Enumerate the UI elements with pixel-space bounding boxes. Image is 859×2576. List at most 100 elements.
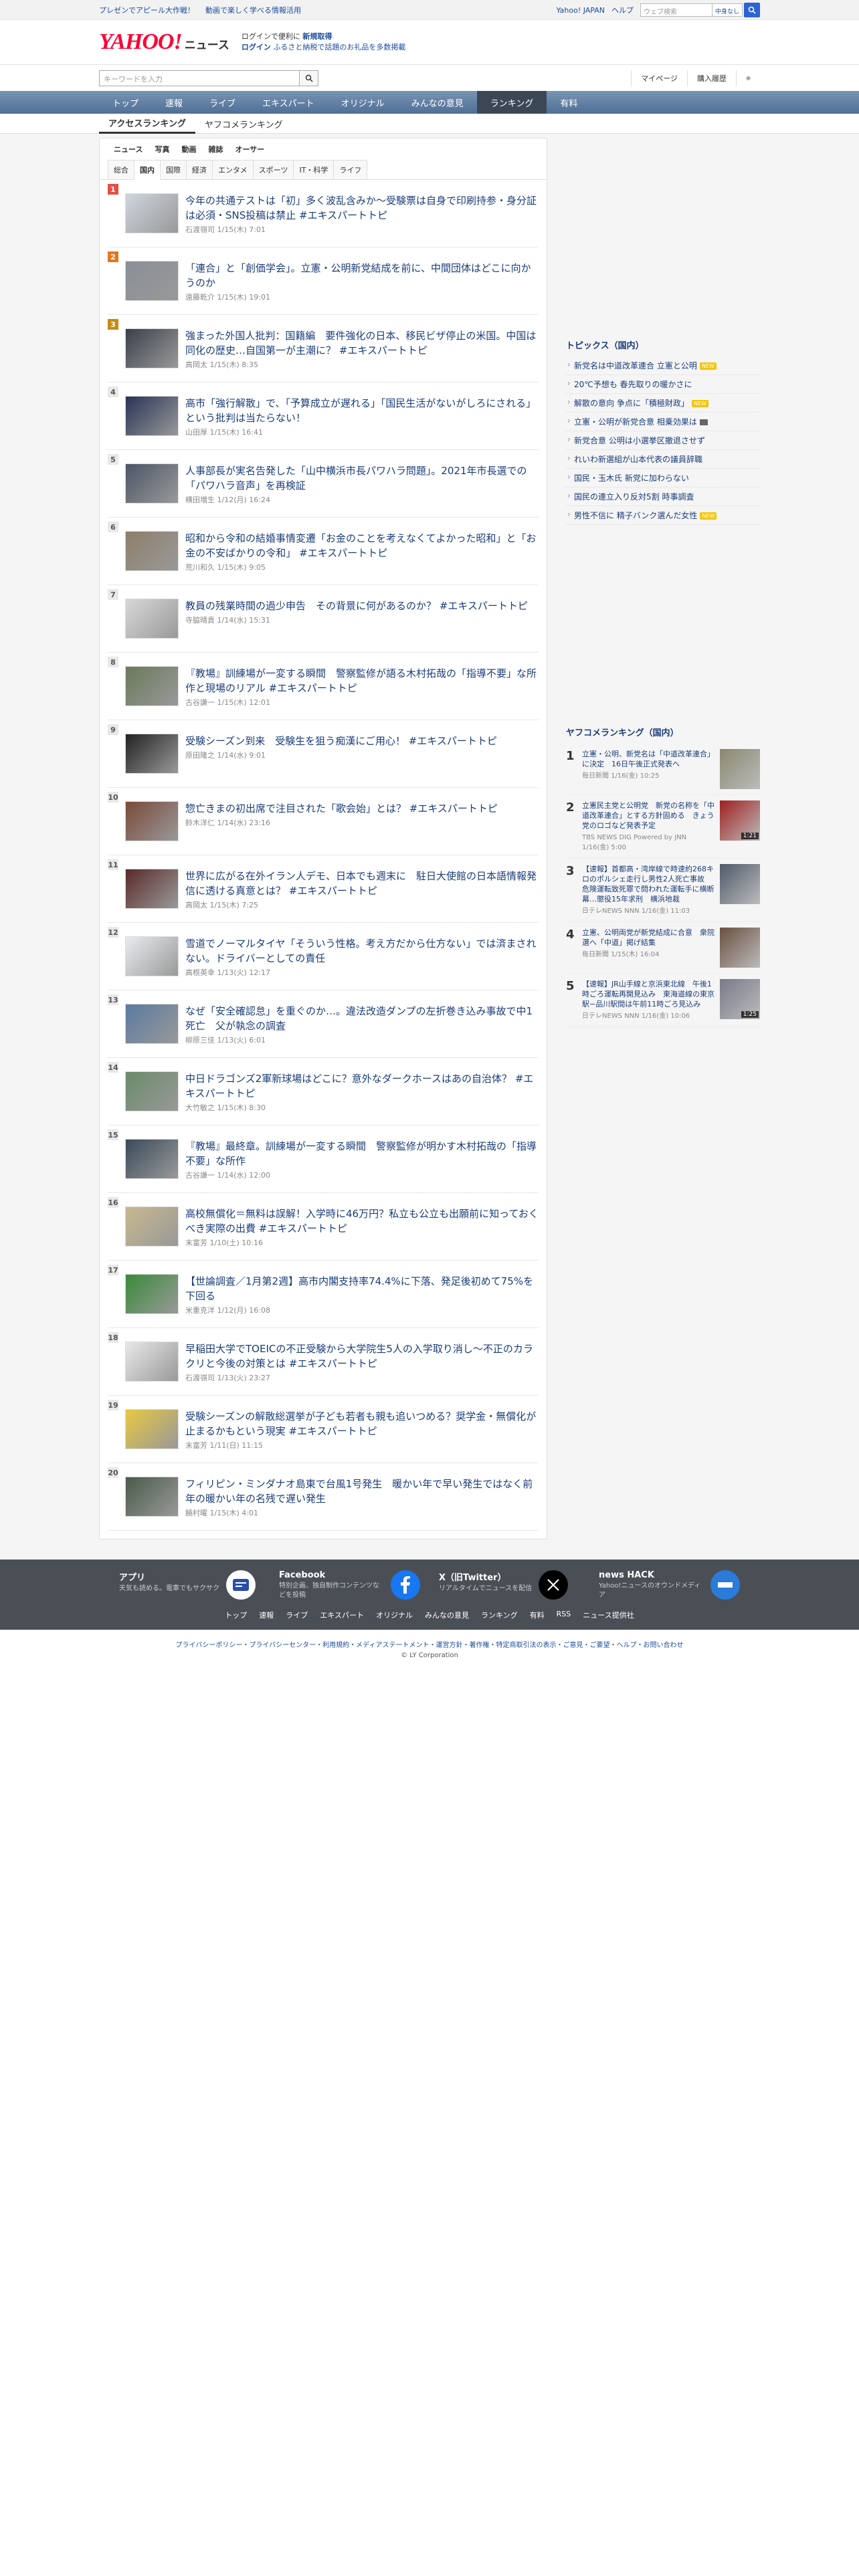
article-thumbnail[interactable]: [125, 599, 179, 639]
ranking-item[interactable]: 8 『教場』訓練場が一変する瞬間 警察監修が語る木村拓哉の「指導不要」な所作と現場…: [108, 653, 539, 720]
tab-access-ranking[interactable]: アクセスランキング: [99, 114, 195, 134]
comment-ranking-item[interactable]: 5 【速報】JR山手線と京浜東北線 午後1時ごろ運転再開見込み 東海道線の東京駅−…: [566, 974, 760, 1027]
article-thumbnail[interactable]: [125, 193, 179, 233]
article-title[interactable]: 『教場』最終章。訓練場が一変する瞬間 警察監修が明かす木村拓哉の「指導不要」な所…: [185, 1139, 539, 1168]
ranking-item[interactable]: 15 『教場』最終章。訓練場が一変する瞬間 警察監修が明かす木村拓哉の「指導不要」…: [108, 1125, 539, 1193]
legal-links[interactable]: プライバシーポリシー・プライバシーセンター・利用規約・メディアステートメント・運…: [0, 1630, 859, 1652]
ranking-item[interactable]: 13 なぜ「安全確認怠」を重ぐのか…。違法改造ダンプの左折巻き込み事故で中1死亡 …: [108, 990, 539, 1058]
article-title[interactable]: 昭和から令和の結婚事情変遷「お金のことを考えなくてよかった昭和」と「お金の不安ば…: [185, 531, 539, 560]
footer-link[interactable]: 速報: [259, 1610, 274, 1620]
footer-link[interactable]: RSS: [557, 1610, 571, 1620]
topic-item[interactable]: 解散の意向 争点に「積極財政」NEW: [566, 394, 760, 413]
footer-link[interactable]: オリジナル: [376, 1610, 413, 1620]
nav-paid[interactable]: 有料: [547, 91, 591, 114]
media-tab-video[interactable]: 動画: [175, 144, 202, 154]
article-title[interactable]: 【世論調査／1月第2週】高市内閣支持率74.4%に下落、発足後初めて75%を下回…: [185, 1274, 539, 1303]
media-tab-magazine[interactable]: 雑誌: [202, 144, 229, 154]
category-tab-world[interactable]: 国際: [160, 160, 187, 179]
article-title[interactable]: 強まった外国人批判：国籍編 要件強化の日本、移民ビザ停止の米国。中国は同化の歴史…: [185, 328, 539, 358]
footer-link[interactable]: エキスパート: [320, 1610, 364, 1620]
ranking-item[interactable]: 14 中日ドラゴンズ2軍新球場はどこに？意外なダークホースはあの自治体？ #エキス…: [108, 1058, 539, 1125]
comment-ranking-item[interactable]: 4 立憲、公明両党が新党結成に合意 衆院選へ「中道」掲げ結集 毎日新聞 1/15(木…: [566, 922, 760, 974]
category-tab-domestic[interactable]: 国内: [134, 160, 161, 180]
article-thumbnail[interactable]: [125, 396, 179, 436]
newshack-promo[interactable]: news HACK Yahoo!ニュースのオウンドメディア: [589, 1570, 749, 1600]
comment-ranking-thumbnail[interactable]: [720, 928, 760, 968]
comment-ranking-thumbnail[interactable]: [720, 864, 760, 904]
category-tab-life[interactable]: ライフ: [333, 160, 368, 179]
article-title[interactable]: 早稲田大学でTOEICの不正受験から大学院生5人の入学取り消し〜不正のカラクリと…: [185, 1341, 539, 1371]
media-tab-author[interactable]: オーサー: [229, 144, 270, 154]
article-title[interactable]: 雪道でノーマルタイヤ「そういう性格。考え方だから仕方ない」では済まされない。ドラ…: [185, 936, 539, 966]
article-thumbnail[interactable]: [125, 1071, 179, 1111]
footer-link[interactable]: ニュース提供社: [583, 1610, 634, 1620]
category-tab-sports[interactable]: スポーツ: [252, 160, 294, 179]
comment-ranking-item[interactable]: 1 立憲・公明、新党名は「中道改革連合」に決定 16日午後正式発表へ 毎日新聞 1/…: [566, 744, 760, 795]
article-title[interactable]: 中日ドラゴンズ2軍新球場はどこに？意外なダークホースはあの自治体？ #エキスパー…: [185, 1071, 539, 1101]
comment-ranking-title[interactable]: 立憲・公明、新党名は「中道改革連合」に決定 16日午後正式発表へ: [582, 749, 714, 769]
comment-ranking-title[interactable]: 立憲、公明両党が新党結成に合意 衆院選へ「中道」掲げ結集: [582, 928, 714, 948]
ranking-item[interactable]: 11 世界に広がる在外イラン人デモ、日本でも週末に 駐日大使館の日本語情報発信に透…: [108, 855, 539, 923]
mypage-link[interactable]: マイページ: [631, 70, 687, 86]
nav-flash[interactable]: 速報: [152, 91, 196, 114]
ranking-item[interactable]: 17 【世論調査／1月第2週】高市内閣支持率74.4%に下落、発足後初めて75%を…: [108, 1261, 539, 1328]
topic-item[interactable]: 新党合意 公明は小選挙区撤退させず: [566, 431, 760, 450]
comment-ranking-title[interactable]: 立憲民主党と公明党 新党の名称を「中道改革連合」とする方針固める きょう党のロゴ…: [582, 800, 714, 831]
article-thumbnail[interactable]: [125, 1341, 179, 1382]
ranking-item[interactable]: 4 高市「強行解散」で、「予算成立が遅れる」「国民生活がないがしろにされる」という…: [108, 383, 539, 450]
nav-original[interactable]: オリジナル: [328, 91, 398, 114]
nav-top[interactable]: トップ: [99, 91, 152, 114]
ranking-item[interactable]: 7 教員の残業時間の過少申告 その背景に何があるのか？ #エキスパートトピ 寺脇晴貴…: [108, 585, 539, 653]
topic-item[interactable]: 20℃予想も 春先取りの暖かさに: [566, 375, 760, 394]
nav-live[interactable]: ライブ: [196, 91, 249, 114]
comment-ranking-thumbnail[interactable]: 1:25: [720, 979, 760, 1019]
article-thumbnail[interactable]: [125, 531, 179, 571]
help-link[interactable]: ヘルプ: [611, 5, 634, 15]
footer-link[interactable]: 有料: [530, 1610, 545, 1620]
article-thumbnail[interactable]: [125, 1477, 179, 1517]
topic-item[interactable]: 国民の連立入り反対5割 時事調査: [566, 488, 760, 506]
search-mode-toggle[interactable]: 中身なし: [712, 3, 743, 17]
article-thumbnail[interactable]: [125, 1274, 179, 1314]
signup-link[interactable]: 新規取得: [302, 32, 332, 41]
nav-expert[interactable]: エキスパート: [249, 91, 328, 114]
article-thumbnail[interactable]: [125, 1206, 179, 1247]
ranking-item[interactable]: 16 高校無償化＝無料は誤解！入学時に46万円？私立も公立も出願前に知っておくべき…: [108, 1193, 539, 1261]
article-title[interactable]: 人事部長が実名告発した「山中横浜市長パワハラ問題」。2021年市長選での「パワハ…: [185, 463, 539, 493]
article-thumbnail[interactable]: [125, 328, 179, 368]
article-title[interactable]: 世界に広がる在外イラン人デモ、日本でも週末に 駐日大使館の日本語情報発信に透ける…: [185, 869, 539, 898]
promo-link-2[interactable]: 動画で楽しく学べる情報活用: [205, 5, 301, 15]
ranking-item[interactable]: 10 惣亡きまの初出席で注目された「歌会始」とは？ #エキスパートトピ 鈴木洋仁 1…: [108, 788, 539, 855]
article-thumbnail[interactable]: [125, 1139, 179, 1179]
web-search-input[interactable]: ウェブ検索: [640, 3, 712, 17]
article-title[interactable]: 高校無償化＝無料は誤解！入学時に46万円？私立も公立も出願前に知っておくべき実際…: [185, 1206, 539, 1236]
article-title[interactable]: 受験シーズン到来 受験生を狙う痴漢にご用心！ #エキスパートトピ: [185, 734, 497, 748]
keyword-search-button[interactable]: [300, 70, 318, 86]
topic-item[interactable]: 立憲・公明が新党合意 相乗効果は: [566, 413, 760, 431]
article-title[interactable]: 惣亡きまの初出席で注目された「歌会始」とは？ #エキスパートトピ: [185, 801, 498, 816]
category-tab-entertainment[interactable]: エンタメ: [212, 160, 254, 179]
article-thumbnail[interactable]: [125, 261, 179, 301]
footer-link[interactable]: トップ: [225, 1610, 247, 1620]
ranking-item[interactable]: 18 早稲田大学でTOEICの不正受験から大学院生5人の入学取り消し〜不正のカラク…: [108, 1328, 539, 1396]
media-tab-news[interactable]: ニュース: [108, 144, 149, 154]
ranking-item[interactable]: 12 雪道でノーマルタイヤ「そういう性格。考え方だから仕方ない」では済まされない。…: [108, 923, 539, 990]
nav-ranking[interactable]: ランキング: [476, 91, 547, 114]
topic-item[interactable]: 新党名は中道改革連合 立憲と公明NEW: [566, 356, 760, 375]
keyword-search-input[interactable]: キーワードを入力: [99, 70, 300, 86]
article-title[interactable]: なぜ「安全確認怠」を重ぐのか…。違法改造ダンプの左折巻き込み事故で中1死亡 父が…: [185, 1004, 539, 1033]
promo-link[interactable]: プレゼンでアピール大作戦！: [99, 5, 195, 15]
x-promo[interactable]: X（旧Twitter） リアルタイムでニュースを配信: [430, 1570, 589, 1600]
article-thumbnail[interactable]: [125, 463, 179, 504]
category-tab-it-science[interactable]: IT・科学: [293, 160, 335, 179]
ranking-item[interactable]: 5 人事部長が実名告発した「山中横浜市長パワハラ問題」。2021年市長選での「パワ…: [108, 450, 539, 518]
article-title[interactable]: 今年の共通テストは「初」多く波乱含みか〜受験票は自身で印刷持参・身分証は必須・S…: [185, 193, 539, 223]
ranking-item[interactable]: 2 「連合」と「創価学会」。立憲・公明新党結成を前に、中間団体はどこに向かうのか遠…: [108, 247, 539, 315]
facebook-promo[interactable]: Facebook 特別企画、独自制作コンテンツなどを投稿: [270, 1570, 430, 1600]
media-tab-photo[interactable]: 写真: [149, 144, 175, 154]
comment-ranking-title[interactable]: 【速報】JR山手線と京浜東北線 午後1時ごろ運転再開見込み 東海道線の東京駅−品…: [582, 979, 714, 1009]
purchase-history-link[interactable]: 購入履歴: [687, 70, 736, 86]
ranking-item[interactable]: 20 フィリピン・ミンダナオ島東で台風1号発生 暖かい年で早い発生ではなく前年の暖…: [108, 1463, 539, 1531]
yahoo-news-logo[interactable]: YAHOO! ニュース: [99, 29, 229, 55]
comment-ranking-item[interactable]: 3 【速報】首都高・湾岸線で時速約268キロのポルシェ走行し男性2人死亡事故 危険…: [566, 859, 760, 922]
